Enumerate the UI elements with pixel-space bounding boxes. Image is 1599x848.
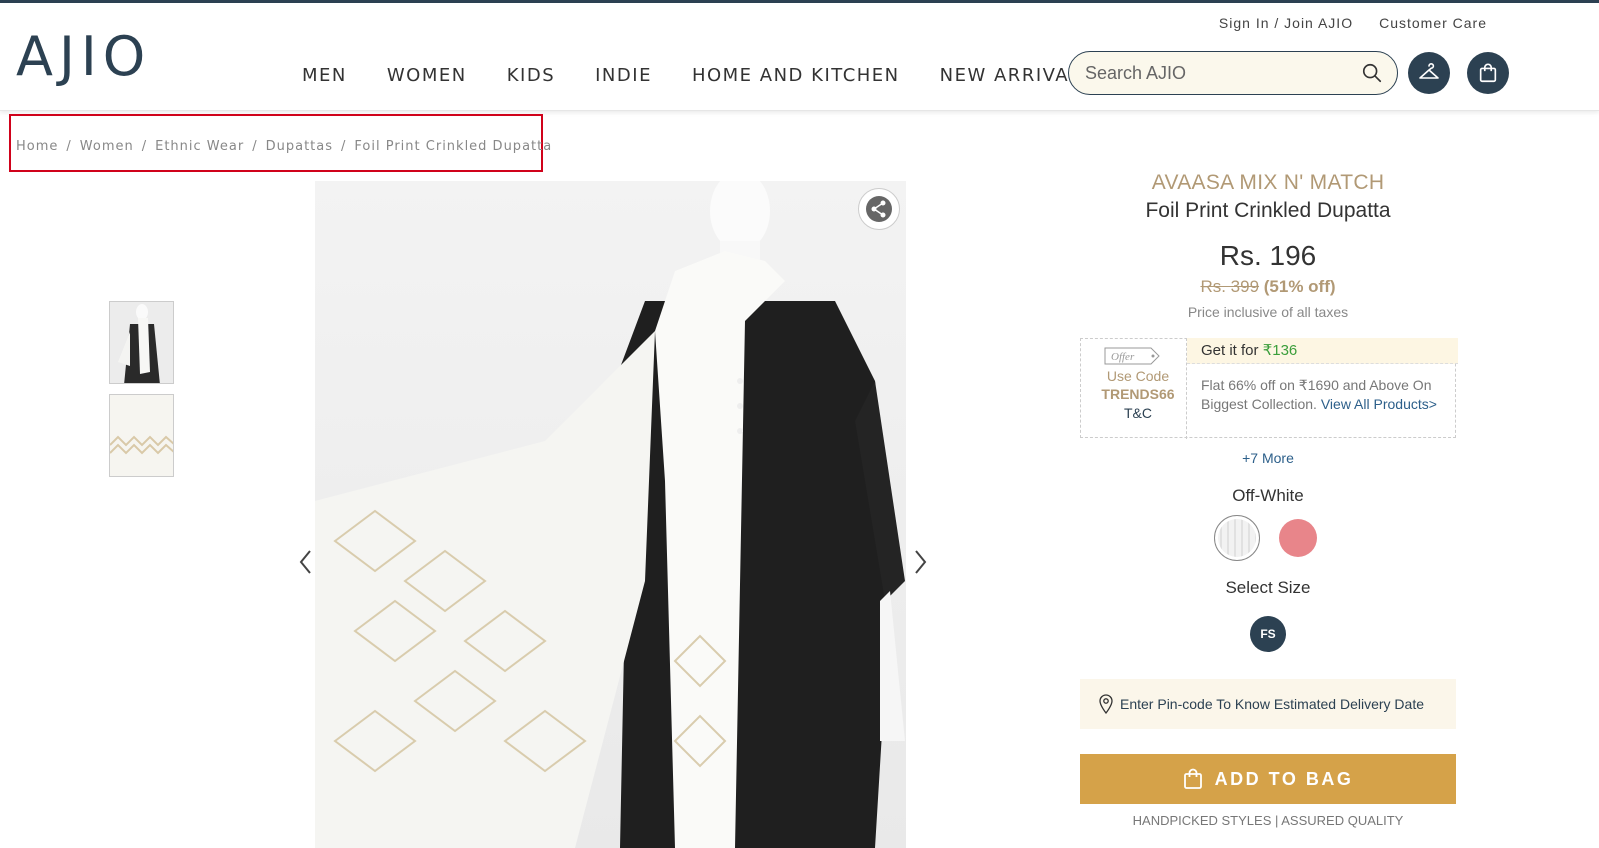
pincode-delivery-check[interactable]: Enter Pin-code To Know Estimated Deliver… <box>1080 679 1456 729</box>
share-button[interactable] <box>858 188 900 230</box>
use-code-label: Use Code <box>1106 368 1170 384</box>
select-size-label: Select Size <box>1225 578 1311 597</box>
customer-care-link[interactable]: Customer Care <box>1379 15 1487 31</box>
breadcrumb-dupattas[interactable]: Dupattas <box>266 139 333 154</box>
nav-item-home-and-kitchen[interactable]: HOME AND KITCHEN <box>692 65 900 86</box>
nav-item-kids[interactable]: KIDS <box>507 65 555 86</box>
nav-item-women[interactable]: WOMEN <box>387 65 467 86</box>
offer-tag-icon: Offer <box>1104 347 1160 365</box>
next-image-arrow-icon[interactable] <box>910 548 930 576</box>
quality-tagline: HANDPICKED STYLES | ASSURED QUALITY <box>1132 813 1404 828</box>
cart-button[interactable] <box>1467 52 1509 94</box>
breadcrumb-home[interactable]: Home <box>16 139 58 154</box>
main-nav: MEN WOMEN KIDS INDIE HOME AND KITCHEN NE… <box>302 65 1134 86</box>
effective-price: Get it for ₹136 <box>1187 338 1458 364</box>
previous-image-arrow-icon[interactable] <box>296 548 316 576</box>
discount-percent: (51% off) <box>1263 277 1336 296</box>
search-bar <box>1068 51 1398 95</box>
breadcrumb-separator: / <box>252 139 258 154</box>
hanger-icon <box>1419 63 1439 79</box>
share-icon <box>866 196 892 222</box>
add-to-bag-label: ADD TO BAG <box>1214 768 1354 789</box>
terms-link[interactable]: T&C <box>1081 405 1195 421</box>
search-icon[interactable] <box>1361 62 1383 84</box>
product-main-image[interactable] <box>315 181 906 848</box>
effective-price-amount: ₹136 <box>1262 342 1298 359</box>
product-name: Foil Print Crinkled Dupatta <box>1145 199 1391 222</box>
breadcrumb-separator: / <box>66 139 72 154</box>
get-it-for-label: Get it for <box>1201 342 1263 359</box>
thumbnail-list <box>109 301 174 487</box>
coupon-code: TRENDS66 <box>1101 386 1175 402</box>
wishlist-button[interactable] <box>1408 52 1450 94</box>
site-header: AJIO Sign In / Join AJIO Customer Care M… <box>0 3 1599 111</box>
ajio-logo[interactable]: AJIO <box>16 27 151 87</box>
price-comparison: Rs. 399 (51% off) <box>1080 276 1456 298</box>
nav-item-indie[interactable]: INDIE <box>595 65 652 86</box>
search-input[interactable] <box>1085 62 1361 84</box>
tax-note: Price inclusive of all taxes <box>1187 304 1349 320</box>
view-all-products-link[interactable]: View All Products> <box>1321 396 1437 412</box>
bag-icon <box>1183 768 1202 789</box>
location-pin-icon <box>1099 694 1113 714</box>
shopping-bag-icon <box>1479 63 1497 83</box>
original-price: Rs. 399 <box>1200 277 1260 296</box>
pincode-prompt: Enter Pin-code To Know Estimated Deliver… <box>1120 696 1424 712</box>
offer-description: Flat 66% off on ₹1690 and Above On Bigge… <box>1187 364 1458 414</box>
sign-in-link[interactable]: Sign In / Join AJIO <box>1219 15 1353 31</box>
breadcrumb-current-product: Foil Print Crinkled Dupatta <box>354 139 553 154</box>
breadcrumb: Home / Women / Ethnic Wear / Dupattas / … <box>16 139 552 154</box>
offer-tag-label: Offer <box>1111 351 1135 363</box>
breadcrumb-separator: / <box>341 139 347 154</box>
offer-code-panel: Offer Use Code TRENDS66 T&C <box>1081 339 1186 439</box>
color-swatch-off-white[interactable] <box>1214 515 1260 561</box>
offer-detail-panel: Get it for ₹136 Flat 66% off on ₹1690 an… <box>1186 338 1458 439</box>
breadcrumb-ethnic-wear[interactable]: Ethnic Wear <box>155 139 244 154</box>
more-offers-link[interactable]: +7 More <box>1080 450 1456 466</box>
breadcrumb-women[interactable]: Women <box>80 139 134 154</box>
selected-color-label: Off-White <box>1232 486 1304 505</box>
size-option-fs[interactable]: FS <box>1250 616 1286 652</box>
thumbnail-model[interactable] <box>109 301 174 384</box>
product-brand[interactable]: AVAASA MIX N' MATCH <box>1080 170 1456 196</box>
thumbnail-fabric-detail[interactable] <box>109 394 174 477</box>
utility-links: Sign In / Join AJIO Customer Care <box>1219 15 1487 31</box>
nav-item-men[interactable]: MEN <box>302 65 347 86</box>
color-swatch-pink[interactable] <box>1279 519 1317 557</box>
offer-box: Offer Use Code TRENDS66 T&C Get it for ₹… <box>1080 338 1458 439</box>
add-to-bag-button[interactable]: ADD TO BAG <box>1080 754 1456 804</box>
product-price: Rs. 196 <box>1219 240 1317 271</box>
product-details: AVAASA MIX N' MATCH Foil Print Crinkled … <box>1080 170 1456 320</box>
breadcrumb-separator: / <box>141 139 148 154</box>
